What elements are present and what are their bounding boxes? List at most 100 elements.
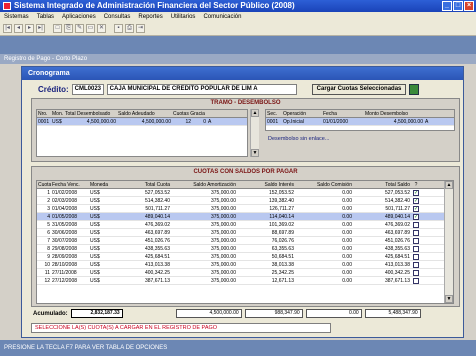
desembolso-grid: Sec. Operación Fecha Monto Desembolso 00… — [265, 109, 455, 131]
col-cuota: Cuota — [38, 182, 51, 188]
cuotas-header: Cuota Fecha Venc. Moneda Total Cuota Sal… — [37, 181, 453, 189]
desembolso-row[interactable]: 0001 Op.Inicial 01/01/2000 4,500,000.00 … — [266, 118, 454, 126]
close-button[interactable]: × — [464, 1, 474, 11]
cuota-checkbox[interactable] — [413, 262, 419, 268]
cuota-row[interactable]: 4 01/05/2008 US$ 489,040.14 375,000.00 114,04… — [37, 213, 453, 221]
folder-icon[interactable]: ▭ — [86, 24, 95, 33]
col-saldo-adeudado: Saldo Adeudado — [118, 111, 155, 117]
acumulado-field: 2,832,187.33 — [70, 309, 123, 318]
cuota-checkbox[interactable]: ✓ — [413, 206, 419, 212]
scroll-down-icon[interactable]: ▼ — [251, 149, 259, 157]
new-record-icon[interactable]: □ — [53, 24, 62, 33]
cuota-row[interactable]: 1 01/02/2008 US$ 527,053.52 375,000.00 152,05… — [37, 189, 453, 197]
cronograma-dialog: Cronograma Crédito: CML0023 CAJA MUNICIP… — [21, 66, 464, 338]
cuota-checkbox[interactable]: ✓ — [413, 190, 419, 196]
col-total-saldo: Total Saldo — [385, 182, 410, 188]
toolbar: |◂ ◂ ▸ ▸| □ ⎘ ✎ ▭ ✕ ▪ ⎙ ⇥ — [0, 22, 476, 36]
maximize-button[interactable]: □ — [453, 1, 463, 11]
menu-reportes[interactable]: Reportes — [138, 12, 162, 22]
cuotas-grid: Cuota Fecha Venc. Moneda Total Cuota Sal… — [36, 180, 454, 304]
cuota-checkbox[interactable] — [413, 254, 419, 260]
cuotas-body: 1 01/02/2008 US$ 527,053.52 375,000.00 152,05… — [37, 189, 453, 285]
col-moneda: Moneda — [90, 182, 109, 188]
registro-pago-title: Registro de Pago - Corto Plazo — [0, 54, 476, 64]
last-record-icon[interactable]: ▸| — [36, 24, 45, 33]
scroll-down-icon[interactable]: ▼ — [445, 295, 453, 303]
scroll-up-icon[interactable]: ▲ — [251, 109, 259, 117]
menu-consultas[interactable]: Consultas — [104, 12, 131, 22]
col-nro: Nro. — [38, 111, 48, 117]
exit-icon[interactable]: ⇥ — [136, 24, 145, 33]
cuota-row[interactable]: 5 31/05/2008 US$ 476,369.02 375,000.00 101,36… — [37, 221, 453, 229]
credit-code-field[interactable]: CML0023 — [71, 84, 104, 95]
col-sec: Sec. — [267, 111, 278, 117]
cuota-checkbox[interactable] — [413, 230, 419, 236]
print-icon[interactable]: ⎙ — [125, 24, 134, 33]
cuotas-title: CUOTAS CON SALDOS POR PAGAR — [193, 169, 298, 175]
cuota-row[interactable]: 8 29/08/2008 US$ 438,355.63 375,000.00 63,355… — [37, 245, 453, 253]
load-selected-button[interactable]: Cargar Cuotas Seleccionadas — [311, 84, 407, 95]
menu-sistemas[interactable]: Sistemas — [4, 12, 29, 22]
dialog-title: Cronograma — [22, 67, 463, 80]
total-comision-field: 0.00 — [305, 309, 362, 318]
cuota-checkbox[interactable] — [413, 270, 419, 276]
tramo-row[interactable]: 0001 US$ 4,500,000.00 4,500,000.00 12 0 … — [37, 118, 247, 126]
next-record-icon[interactable]: ▸ — [25, 24, 34, 33]
menu-bar: Sistemas Tablas Aplicaciones Consultas R… — [0, 12, 476, 22]
tramo-title: TRAMO - DESEMBOLSO — [210, 100, 281, 106]
cuota-row[interactable]: 3 01/04/2008 US$ 501,711.27 375,000.00 126,71… — [37, 205, 453, 213]
copy-icon[interactable]: ⎘ — [64, 24, 73, 33]
col-mon: Mon. — [52, 111, 64, 117]
window-title-bar: Sistema Integrado de Administración Fina… — [0, 0, 476, 12]
cuota-row[interactable]: 11 27/11/2008 US$ 400,342.25 375,000.00 25,34… — [37, 269, 453, 277]
tramo-grid: Nro. Mon. Total Desembolsado Saldo Adeud… — [36, 109, 248, 157]
col-total-cuota: Total Cuota — [144, 182, 170, 188]
total-amortizacion-field: 4,500,000.00 — [175, 309, 242, 318]
delete-icon[interactable]: ✕ — [97, 24, 106, 33]
scroll-up-icon[interactable]: ▲ — [445, 181, 453, 189]
edit-icon[interactable]: ✎ — [75, 24, 84, 33]
desembolso-link[interactable]: Desembolso sin enlace... — [268, 136, 329, 142]
cuota-row[interactable]: 9 28/09/2008 US$ 425,684.51 375,000.00 50,684… — [37, 253, 453, 261]
cuota-row[interactable]: 10 28/10/2008 US$ 413,013.38 375,000.00 38,01… — [37, 261, 453, 269]
menu-tablas[interactable]: Tablas — [37, 12, 54, 22]
minimize-button[interactable]: _ — [442, 1, 452, 11]
menu-utilitarios[interactable]: Utilitarios — [171, 12, 196, 22]
col-fecha: Fecha — [323, 111, 337, 117]
cuota-checkbox[interactable]: ✓ — [413, 214, 419, 220]
cuota-row[interactable]: 2 02/03/2008 US$ 514,382.40 375,000.00 139,38… — [37, 197, 453, 205]
col-saldo-comision: Saldo Comisión — [316, 182, 352, 188]
totals-row: Acumulado: 2,832,187.33 4,500,000.00 988… — [27, 309, 421, 318]
previous-record-icon[interactable]: ◂ — [14, 24, 23, 33]
cuota-row[interactable]: 12 27/12/2008 US$ 387,671.13 375,000.00 12,67… — [37, 277, 453, 285]
tramo-scrollbar[interactable]: ▲ ▼ — [250, 109, 259, 157]
status-bar: PRESIONE LA TECLA F7 PARA VER TABLA DE O… — [0, 340, 476, 356]
app-icon — [3, 2, 11, 10]
credit-name-field[interactable]: CAJA MUNICIPAL DE CREDITO POPULAR DE LIM… — [106, 84, 297, 95]
col-saldo-amortizacion: Saldo Amortización — [193, 182, 236, 188]
cuota-checkbox[interactable] — [413, 222, 419, 228]
col-operacion: Operación — [283, 111, 307, 117]
exit-dialog-icon[interactable] — [409, 84, 420, 95]
cuota-checkbox[interactable]: ✓ — [413, 198, 419, 204]
selection-message: SELECCIONE LA(S) CUOTA(S) A CARGAR EN EL… — [31, 323, 331, 333]
cuota-checkbox[interactable] — [413, 278, 419, 284]
save-icon[interactable]: ▪ — [114, 24, 123, 33]
col-total-desembolsado: Total Desembolsado — [65, 111, 111, 117]
cuotas-panel: CUOTAS CON SALDOS POR PAGAR Cuota Fecha … — [31, 166, 460, 307]
credit-label: Crédito: — [38, 85, 69, 94]
col-cuotas-gracia: Cuotas Gracia — [173, 111, 205, 117]
col-select: ? — [414, 182, 418, 188]
cuota-row[interactable]: 7 30/07/2008 US$ 451,026.76 375,000.00 76,026… — [37, 237, 453, 245]
window-controls: _ □ × — [442, 1, 474, 11]
first-record-icon[interactable]: |◂ — [3, 24, 12, 33]
cuotas-scrollbar[interactable]: ▲ ▼ — [444, 181, 453, 303]
credit-row: Crédito: CML0023 CAJA MUNICIPAL DE CREDI… — [38, 84, 420, 95]
menu-comunicacion[interactable]: Comunicación — [203, 12, 241, 22]
cuota-checkbox[interactable] — [413, 238, 419, 244]
desembolso-header: Sec. Operación Fecha Monto Desembolso — [266, 110, 454, 118]
menu-aplicaciones[interactable]: Aplicaciones — [62, 12, 96, 22]
tramo-header: Nro. Mon. Total Desembolsado Saldo Adeud… — [37, 110, 247, 118]
cuota-checkbox[interactable] — [413, 246, 419, 252]
cuota-row[interactable]: 6 30/06/2008 US$ 463,697.89 375,000.00 88,697… — [37, 229, 453, 237]
